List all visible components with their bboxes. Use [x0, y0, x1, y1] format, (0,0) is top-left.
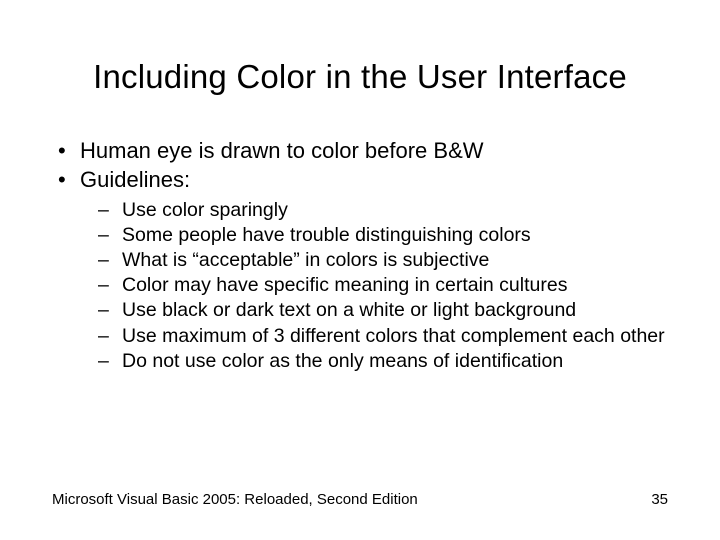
bullet-list: Human eye is drawn to color before B&W G…: [54, 138, 666, 373]
sub-bullet-item: Use black or dark text on a white or lig…: [94, 298, 666, 322]
footer-source: Microsoft Visual Basic 2005: Reloaded, S…: [52, 491, 418, 508]
footer-page-number: 35: [651, 491, 668, 508]
sub-bullet-text: Do not use color as the only means of id…: [122, 350, 563, 372]
sub-bullet-text: What is “acceptable” in colors is subjec…: [122, 249, 489, 271]
sub-bullet-item: Use maximum of 3 different colors that c…: [94, 324, 666, 348]
sub-bullet-item: Color may have specific meaning in certa…: [94, 273, 666, 297]
slide-title: Including Color in the User Interface: [0, 58, 720, 96]
bullet-item: Human eye is drawn to color before B&W: [54, 138, 666, 165]
bullet-item: Guidelines: Use color sparingly Some peo…: [54, 167, 666, 373]
sub-bullet-item: What is “acceptable” in colors is subjec…: [94, 248, 666, 272]
sub-bullet-text: Use black or dark text on a white or lig…: [122, 299, 576, 321]
sub-bullet-list: Use color sparingly Some people have tro…: [80, 198, 666, 373]
sub-bullet-item: Some people have trouble distinguishing …: [94, 223, 666, 247]
slide-body: Human eye is drawn to color before B&W G…: [54, 138, 666, 375]
bullet-text: Human eye is drawn to color before B&W: [80, 138, 484, 163]
slide: Including Color in the User Interface Hu…: [0, 0, 720, 540]
sub-bullet-item: Do not use color as the only means of id…: [94, 349, 666, 373]
sub-bullet-text: Use maximum of 3 different colors that c…: [122, 325, 665, 347]
sub-bullet-item: Use color sparingly: [94, 198, 666, 222]
bullet-text: Guidelines:: [80, 167, 190, 192]
sub-bullet-text: Use color sparingly: [122, 199, 288, 221]
sub-bullet-text: Color may have specific meaning in certa…: [122, 274, 567, 296]
sub-bullet-text: Some people have trouble distinguishing …: [122, 224, 531, 246]
